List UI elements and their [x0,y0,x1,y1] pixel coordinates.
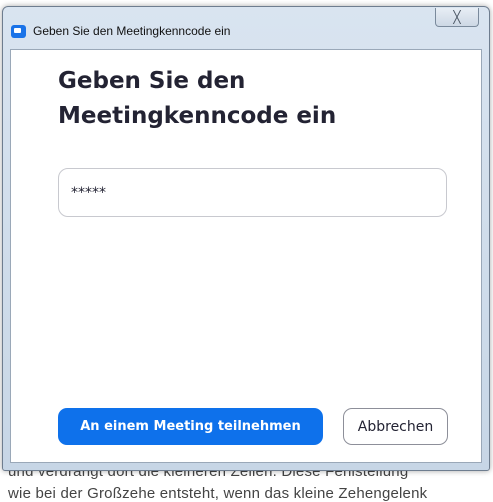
background-text-line: wie bei der Großzehe entsteht, wenn das … [8,485,428,502]
cancel-button[interactable]: Abbrechen [343,408,448,445]
zoom-app-icon [11,25,26,38]
passcode-dialog-window: Geben Sie den Meetingkenncode ein ╳ Gebe… [2,6,490,471]
dialog-heading: Geben Sie den Meetingkenncode ein [58,68,337,129]
window-title: Geben Sie den Meetingkenncode ein [33,24,231,38]
close-icon: ╳ [453,10,461,24]
close-window-button[interactable]: ╳ [435,8,479,27]
dialog-content: Geben Sie den Meetingkenncode ein An ein… [10,49,482,463]
join-meeting-button[interactable]: An einem Meeting teilnehmen [58,408,323,445]
window-titlebar[interactable]: Geben Sie den Meetingkenncode ein ╳ [3,7,489,49]
passcode-input[interactable] [58,168,447,217]
